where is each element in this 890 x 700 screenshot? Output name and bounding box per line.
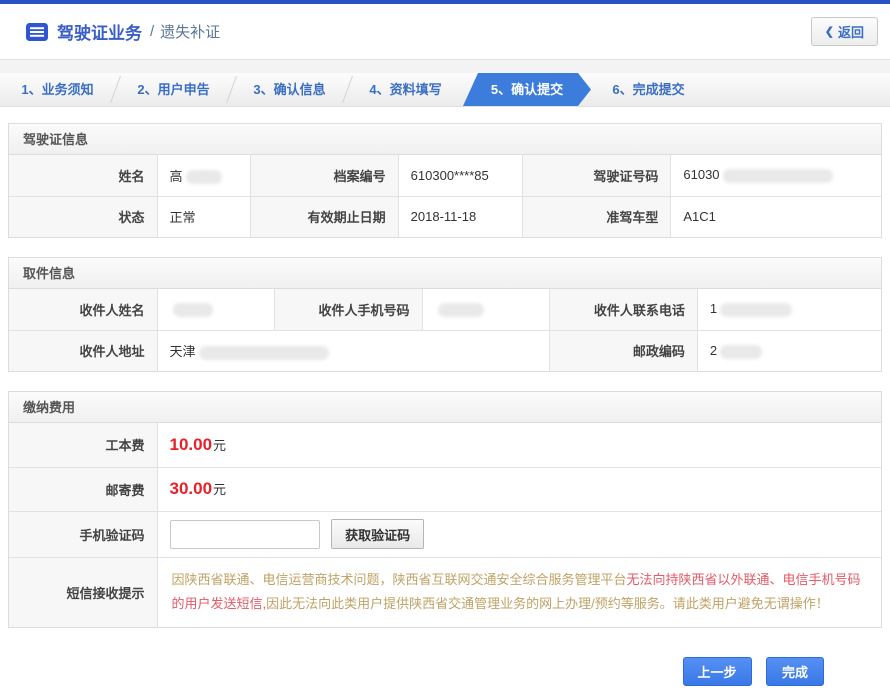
previous-step-button[interactable]: 上一步 xyxy=(683,657,752,686)
license-number-text: 61030 xyxy=(683,167,719,182)
recipient-address-text: 天津 xyxy=(170,344,196,359)
redacted-blur xyxy=(720,303,792,317)
postage-fee-value: 30.00元 xyxy=(157,467,881,511)
postcode-label: 邮政编码 xyxy=(549,330,697,371)
back-button-label: 返回 xyxy=(838,22,864,41)
step-6-complete-submit[interactable]: 6、完成提交 xyxy=(591,73,706,106)
production-fee-value: 10.00元 xyxy=(157,423,881,467)
step-1-business-notice[interactable]: 1、业务须知 xyxy=(0,73,115,106)
table-row: 姓名 高 档案编号 610300****85 驾驶证号码 61030 xyxy=(9,155,881,196)
recipient-address-value: 天津 xyxy=(157,330,549,371)
pickup-info-table: 收件人姓名 收件人手机号码 收件人联系电话 1 收件人地址 天津 邮政编码 xyxy=(9,289,881,371)
file-number-value: 610300****85 xyxy=(398,155,523,196)
header-spacer xyxy=(0,60,890,73)
table-row: 状态 正常 有效期止日期 2018-11-18 准驾车型 A1C1 xyxy=(9,196,881,237)
sms-notice-label: 短信接收提示 xyxy=(9,557,157,627)
status-value: 正常 xyxy=(157,196,250,237)
currency-unit: 元 xyxy=(213,482,226,497)
production-fee-amount: 10.00 xyxy=(170,435,213,454)
page-title: 驾驶证业务 xyxy=(57,19,142,44)
status-label: 状态 xyxy=(9,196,157,237)
step-5-confirm-submit-active[interactable]: 5、确认提交 xyxy=(463,73,591,106)
sms-code-label: 手机验证码 xyxy=(9,511,157,557)
breadcrumb-separator: / xyxy=(150,23,154,40)
expiry-date-label: 有效期止日期 xyxy=(250,196,398,237)
sms-code-cell: 获取验证码 xyxy=(157,511,881,557)
back-button[interactable]: ❮ 返回 xyxy=(811,17,878,46)
license-section-title: 驾驶证信息 xyxy=(9,124,881,155)
fees-table: 工本费 10.00元 邮寄费 30.00元 手机验证码 获取验证码 短信接收提 xyxy=(9,423,881,627)
breadcrumb: 驾驶证业务 / 遗失补证 xyxy=(26,19,811,44)
file-number-label: 档案编号 xyxy=(250,155,398,196)
license-info-section: 驾驶证信息 姓名 高 档案编号 610300****85 驾驶证号码 61030… xyxy=(8,123,882,238)
chevron-left-icon: ❮ xyxy=(825,25,834,38)
table-row: 收件人姓名 收件人手机号码 收件人联系电话 1 xyxy=(9,289,881,330)
list-icon xyxy=(26,23,48,41)
table-row: 收件人地址 天津 邮政编码 2 xyxy=(9,330,881,371)
pickup-section-title: 取件信息 xyxy=(9,258,881,289)
sms-notice-text: 因陕西省联通、电信运营商技术问题，陕西省互联网交通安全综合服务管理平台无法向持陕… xyxy=(157,557,881,627)
license-info-table: 姓名 高 档案编号 610300****85 驾驶证号码 61030 状态 正常… xyxy=(9,155,881,237)
finish-button[interactable]: 完成 xyxy=(766,657,824,686)
license-number-value: 61030 xyxy=(671,155,881,196)
step-2-user-declaration[interactable]: 2、用户申告 xyxy=(116,73,231,106)
table-row: 工本费 10.00元 xyxy=(9,423,881,467)
vehicle-class-label: 准驾车型 xyxy=(523,196,671,237)
license-number-label: 驾驶证号码 xyxy=(523,155,671,196)
page-header: 驾驶证业务 / 遗失补证 ❮ 返回 xyxy=(0,4,890,60)
recipient-name-label: 收件人姓名 xyxy=(9,289,157,330)
postcode-text: 2 xyxy=(710,343,717,358)
redacted-blur xyxy=(720,345,762,359)
recipient-phone-text: 1 xyxy=(710,301,717,316)
table-row: 手机验证码 获取验证码 xyxy=(9,511,881,557)
name-text: 高 xyxy=(170,169,183,184)
postage-fee-label: 邮寄费 xyxy=(9,467,157,511)
recipient-mobile-label: 收件人手机号码 xyxy=(274,289,422,330)
fees-section-title: 缴纳费用 xyxy=(9,392,881,423)
redacted-blur xyxy=(173,303,213,317)
main-content: 驾驶证信息 姓名 高 档案编号 610300****85 驾驶证号码 61030… xyxy=(0,107,890,700)
redacted-blur xyxy=(186,170,222,184)
expiry-date-value: 2018-11-18 xyxy=(398,196,523,237)
name-value: 高 xyxy=(157,155,250,196)
recipient-mobile-value xyxy=(422,289,549,330)
sms-notice-part1: 因陕西省联通、电信运营商技术问题，陕西省互联网交通安全综合服务管理平台 xyxy=(172,572,627,587)
currency-unit: 元 xyxy=(213,438,226,453)
redacted-blur xyxy=(723,169,833,183)
wizard-steps: 1、业务须知 2、用户申告 3、确认信息 4、资料填写 5、确认提交 6、完成提… xyxy=(0,73,890,107)
name-label: 姓名 xyxy=(9,155,157,196)
footer-actions: 上一步 完成 xyxy=(8,647,882,700)
redacted-blur xyxy=(438,303,484,317)
sms-code-input[interactable] xyxy=(170,520,320,549)
step-4-fill-materials[interactable]: 4、资料填写 xyxy=(348,73,463,106)
postcode-value: 2 xyxy=(697,330,881,371)
breadcrumb-current: 遗失补证 xyxy=(160,21,220,42)
step-3-confirm-info[interactable]: 3、确认信息 xyxy=(232,73,347,106)
sms-notice-part3: 因此无法向此类用户提供陕西省交通管理业务的网上办理/预约等服务。请此类用户避免无… xyxy=(266,596,829,611)
redacted-blur xyxy=(199,346,329,360)
fees-section: 缴纳费用 工本费 10.00元 邮寄费 30.00元 手机验证码 获取验证码 xyxy=(8,391,882,628)
recipient-address-label: 收件人地址 xyxy=(9,330,157,371)
postage-fee-amount: 30.00 xyxy=(170,479,213,498)
vehicle-class-value: A1C1 xyxy=(671,196,881,237)
production-fee-label: 工本费 xyxy=(9,423,157,467)
get-code-button[interactable]: 获取验证码 xyxy=(331,519,424,549)
pickup-info-section: 取件信息 收件人姓名 收件人手机号码 收件人联系电话 1 收件人地址 天津 xyxy=(8,257,882,372)
table-row: 邮寄费 30.00元 xyxy=(9,467,881,511)
recipient-phone-label: 收件人联系电话 xyxy=(549,289,697,330)
table-row: 短信接收提示 因陕西省联通、电信运营商技术问题，陕西省互联网交通安全综合服务管理… xyxy=(9,557,881,627)
recipient-phone-value: 1 xyxy=(697,289,881,330)
recipient-name-value xyxy=(157,289,274,330)
